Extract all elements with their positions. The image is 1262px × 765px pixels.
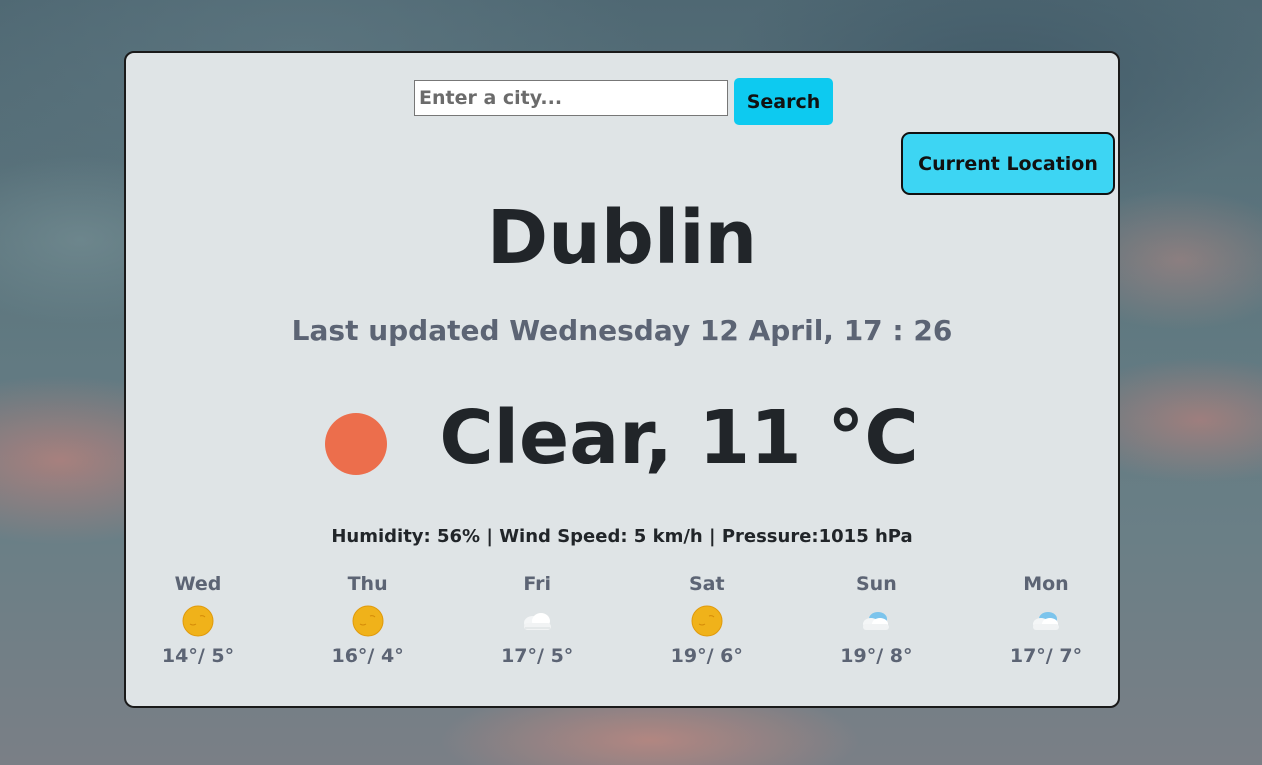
sun-icon <box>325 413 388 475</box>
forecast-temps: 14°/ 5° <box>161 645 235 667</box>
weather-card: Search Current Location Dublin Last upda… <box>124 51 1120 708</box>
forecast-day: Thu 16°/ 4° <box>308 573 428 667</box>
current-weather: Clear, 11 °C <box>126 383 1118 493</box>
forecast-day-name: Fri <box>523 573 552 595</box>
forecast-day-name: Sun <box>856 573 897 595</box>
sun-icon <box>180 603 216 639</box>
forecast-temps: 17°/ 5° <box>501 645 574 667</box>
current-location-button[interactable]: Current Location <box>901 132 1115 195</box>
rain-cloud-icon <box>1028 603 1064 639</box>
forecast-day-name: Sat <box>688 573 725 595</box>
cloud-icon <box>519 603 555 639</box>
forecast-day-name: Thu <box>347 573 388 595</box>
sun-icon <box>350 603 386 639</box>
forecast-day: Sun 19°/ 8° <box>816 573 936 667</box>
last-updated: Last updated Wednesday 12 April, 17 : 26 <box>291 314 953 347</box>
forecast-day-name: Mon <box>1023 573 1069 595</box>
forecast-day-name: Wed <box>174 573 222 595</box>
current-condition: Clear, 11 °C <box>439 395 919 481</box>
forecast-day: Fri 17°/ 5° <box>477 573 597 667</box>
sun-icon <box>689 603 725 639</box>
forecast-temps: 17°/ 7° <box>1009 645 1083 667</box>
search-button[interactable]: Search <box>734 78 833 125</box>
forecast-row: Wed 14°/ 5° Thu 16°/ 4° Fri 17°/ 5° Sat <box>126 573 1118 667</box>
forecast-day: Sat 19°/ 6° <box>647 573 767 667</box>
search-input[interactable] <box>414 80 728 116</box>
forecast-temps: 19°/ 6° <box>670 645 743 667</box>
city-name: Dublin <box>486 195 758 281</box>
weather-details: Humidity: 56% | Wind Speed: 5 km/h | Pre… <box>331 526 913 547</box>
forecast-temps: 19°/ 8° <box>840 645 913 667</box>
forecast-day: Wed 14°/ 5° <box>138 573 258 667</box>
forecast-day: Mon 17°/ 7° <box>986 573 1106 667</box>
rain-cloud-icon <box>858 603 894 639</box>
search-bar: Search <box>414 78 833 126</box>
forecast-temps: 16°/ 4° <box>331 645 404 667</box>
